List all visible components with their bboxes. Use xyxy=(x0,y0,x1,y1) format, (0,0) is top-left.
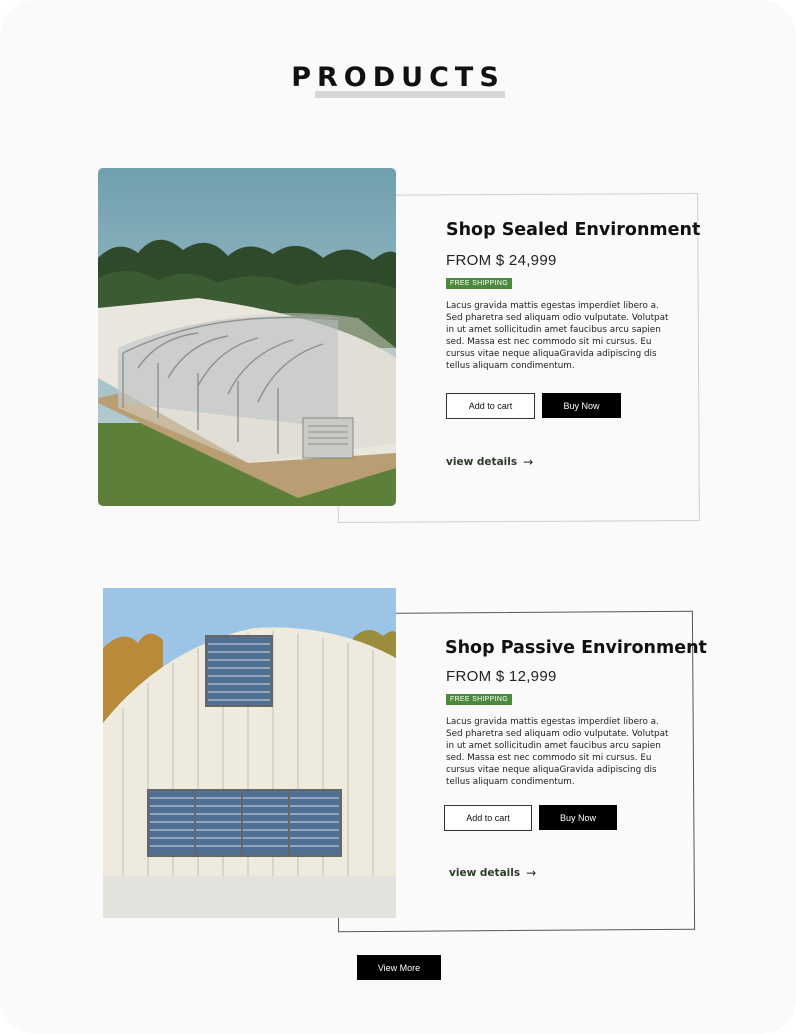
arrow-right-icon: → xyxy=(526,866,537,880)
buy-now-button[interactable]: Buy Now xyxy=(539,805,617,830)
free-shipping-badge: FREE SHIPPING xyxy=(446,278,512,289)
product-price: FROM $ 24,999 xyxy=(446,252,557,269)
product-description: Lacus gravida mattis egestas imperdiet l… xyxy=(446,717,669,787)
view-details-label: view details xyxy=(449,867,521,879)
add-to-cart-button[interactable]: Add to cart xyxy=(446,393,535,419)
view-details-label: view details xyxy=(446,456,518,468)
product-title[interactable]: Shop Passive Environment xyxy=(445,638,707,658)
buy-now-button[interactable]: Buy Now xyxy=(542,393,621,418)
product-price: FROM $ 12,999 xyxy=(446,668,557,685)
product-image[interactable] xyxy=(103,588,396,918)
arrow-right-icon: → xyxy=(523,455,534,469)
section-title: PRODUCTS xyxy=(291,62,505,93)
view-more-button[interactable]: View More xyxy=(357,955,441,980)
product-title[interactable]: Shop Sealed Environment xyxy=(446,220,700,240)
free-shipping-badge: FREE SHIPPING xyxy=(446,694,512,705)
products-page: PRODUCTS Shop Sealed Environment FROM $ … xyxy=(0,0,796,1034)
view-details-link[interactable]: view details → xyxy=(449,866,536,880)
add-to-cart-button[interactable]: Add to cart xyxy=(444,805,532,831)
product-image[interactable] xyxy=(98,168,396,506)
heading-wrap: PRODUCTS xyxy=(0,62,796,93)
product-description: Lacus gravida mattis egestas imperdiet l… xyxy=(446,301,669,371)
view-details-link[interactable]: view details → xyxy=(446,455,533,469)
